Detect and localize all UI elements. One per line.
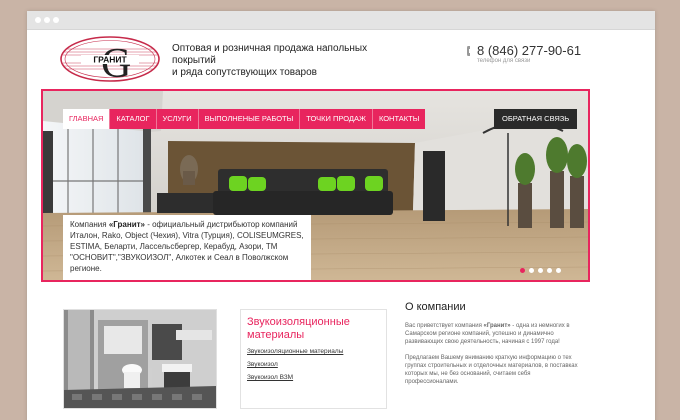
main-nav: Главная Каталог Услуги Выполненые работы… — [63, 109, 426, 129]
slider-dot[interactable] — [520, 268, 525, 273]
card-link[interactable]: Звукоизол ВЗМ — [247, 374, 386, 381]
hero-intro: Компания «Гранит» - официальный дистрибь… — [63, 215, 311, 280]
tagline-line: и ряда сопутствующих товаров — [172, 67, 317, 78]
window-dot — [44, 17, 50, 23]
nav-item-services[interactable]: Услуги — [156, 109, 199, 129]
logo-text: ГРАНИТ — [93, 55, 127, 65]
phone-caption: телефон для связи — [477, 58, 531, 64]
nav-item-points-of-sale[interactable]: Точки продаж — [300, 109, 373, 129]
phone-icon — [467, 46, 470, 56]
about-paragraph: Вас приветствует компания «Гранит» - одн… — [405, 323, 570, 345]
card-title[interactable]: Звукоизоляционные материалы — [247, 316, 386, 342]
about-paragraph: Предлагаем Вашему вниманию краткую инфор… — [405, 355, 578, 385]
about-title: О компании — [405, 301, 466, 313]
bathroom-image[interactable] — [63, 309, 217, 409]
intro-company: «Гранит» — [108, 220, 145, 229]
slider-dot[interactable] — [547, 268, 552, 273]
card-link[interactable]: Звукоизоляционные материалы — [247, 348, 386, 355]
nav-item-completed-works[interactable]: Выполненые работы — [198, 109, 301, 129]
nav-item-contacts[interactable]: Контакты — [372, 109, 426, 129]
tagline-line: Оптовая и розничная продажа напольных по… — [172, 43, 368, 66]
nav-item-catalog[interactable]: Каталог — [110, 109, 157, 129]
header-tagline: Оптовая и розничная продажа напольных по… — [172, 43, 412, 79]
slider-dot[interactable] — [538, 268, 543, 273]
slider-dot[interactable] — [556, 268, 561, 273]
sound-insulation-card: Звукоизоляционные материалы Звукоизоляци… — [240, 309, 387, 409]
window-dot — [53, 17, 59, 23]
card-link[interactable]: Звукоизол — [247, 361, 386, 368]
slider-dot[interactable] — [529, 268, 534, 273]
window-titlebar — [27, 11, 655, 30]
hero-slider: Главная Каталог Услуги Выполненые работы… — [41, 89, 590, 282]
about-text: Вас приветствует компания «Гранит» - одн… — [405, 322, 580, 394]
feedback-button[interactable]: Обратная связь — [494, 109, 578, 129]
nav-item-home[interactable]: Главная — [63, 109, 111, 129]
slider-dots — [520, 268, 561, 273]
intro-prefix: Компания — [70, 220, 109, 229]
window-dot — [35, 17, 41, 23]
phone-number[interactable]: 8 (846) 277-90-61 — [477, 43, 581, 58]
granit-logo[interactable]: G ГРАНИТ — [59, 35, 161, 83]
